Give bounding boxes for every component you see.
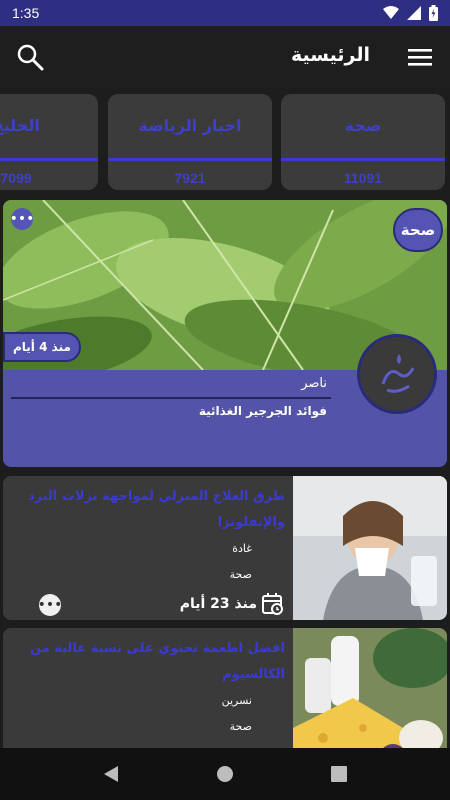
- status-time: 1:35: [12, 5, 40, 21]
- category-count: 7099: [0, 170, 32, 186]
- status-bar: 1:35: [0, 0, 450, 26]
- article-category: صحة: [229, 568, 252, 581]
- category-divider: [108, 158, 272, 161]
- category-badge: صحة: [393, 208, 443, 252]
- calendar-clock-icon: [262, 593, 283, 615]
- category-card-sports[interactable]: اخبار الرياضة 7921: [108, 94, 272, 190]
- article-author: غادة: [232, 542, 252, 555]
- category-divider: [281, 158, 445, 161]
- category-name: صحة: [344, 116, 382, 135]
- article-category: صحة: [229, 720, 252, 733]
- divider: [11, 397, 331, 399]
- system-nav-bar: [0, 748, 450, 800]
- menu-icon[interactable]: [408, 46, 432, 68]
- article-title[interactable]: فوائد الجرجير الغذائية: [199, 404, 327, 418]
- article-card[interactable]: طرق العلاج المنزلي لمواجهة نزلات البرد و…: [3, 476, 447, 620]
- article-title[interactable]: طرق العلاج المنزلي لمواجهة نزلات البرد و…: [15, 484, 285, 536]
- category-card-health[interactable]: صحة 11091: [281, 94, 445, 190]
- page-title: الرئيسية: [291, 44, 370, 66]
- app-bar: الرئيسية: [0, 26, 450, 88]
- article-title[interactable]: افضل اطعمة تحتوي على نسبة عالية من الكال…: [15, 636, 285, 688]
- more-icon[interactable]: •••: [10, 208, 34, 230]
- featured-article-card[interactable]: صحة ••• منذ 4 أيام ناصر فوائد الجرجير ال…: [3, 200, 447, 467]
- status-icons: [383, 5, 438, 21]
- search-icon[interactable]: [16, 43, 44, 71]
- publisher-logo: [357, 334, 437, 414]
- article-age-badge: منذ 4 أيام: [3, 332, 81, 362]
- more-icon[interactable]: •••: [38, 594, 62, 616]
- category-name: اخبار الرياضة: [138, 116, 242, 135]
- wifi-icon: [383, 6, 399, 19]
- battery-icon: [429, 5, 438, 21]
- signal-icon: [407, 6, 421, 20]
- home-icon[interactable]: [216, 765, 234, 783]
- article-date-label: منذ 23 أيام: [179, 596, 257, 612]
- article-author: نسرين: [221, 694, 252, 707]
- category-count: 11091: [343, 170, 383, 186]
- back-icon[interactable]: [102, 765, 120, 783]
- category-name: الخليج: [0, 116, 40, 135]
- article-date: منذ 23 أيام: [180, 592, 285, 616]
- article-thumbnail: [293, 476, 447, 620]
- category-count: 7921: [174, 170, 206, 186]
- recents-icon[interactable]: [330, 765, 348, 783]
- category-divider: [0, 158, 98, 161]
- publisher-logo-icon: [381, 354, 415, 393]
- category-strip: صحة 11091 اخبار الرياضة 7921 الخليج 7099: [0, 92, 450, 192]
- article-author: ناصر: [301, 376, 327, 391]
- category-card-gulf[interactable]: الخليج 7099: [0, 94, 98, 190]
